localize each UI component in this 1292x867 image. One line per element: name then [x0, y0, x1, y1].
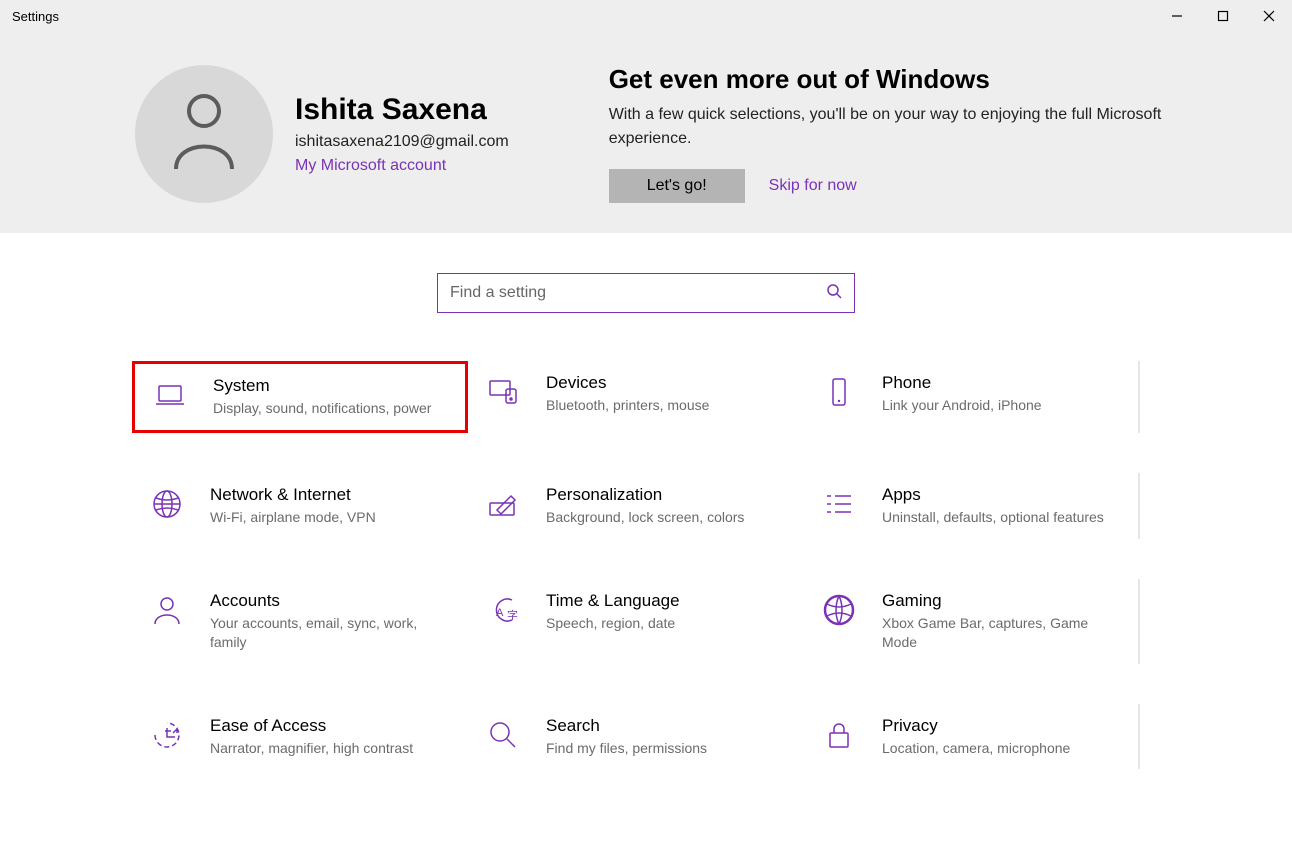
header-band: Ishita Saxena ishitasaxena2109@gmail.com… [0, 32, 1292, 233]
category-subtitle: Location, camera, microphone [882, 739, 1070, 758]
category-title: Phone [882, 373, 1042, 393]
category-privacy[interactable]: Privacy Location, camera, microphone [804, 704, 1140, 770]
category-time-language[interactable]: A字 Time & Language Speech, region, date [468, 579, 804, 664]
accessibility-icon [148, 716, 186, 754]
minimize-button[interactable] [1154, 0, 1200, 32]
laptop-icon [151, 376, 189, 414]
category-subtitle: Speech, region, date [546, 614, 680, 633]
profile-name: Ishita Saxena [295, 93, 509, 127]
category-subtitle: Wi-Fi, airplane mode, VPN [210, 508, 376, 527]
profile-text: Ishita Saxena ishitasaxena2109@gmail.com… [295, 93, 509, 175]
titlebar: Settings [0, 0, 1292, 32]
apps-icon [820, 485, 858, 523]
category-title: Personalization [546, 485, 744, 505]
svg-text:A: A [496, 607, 504, 619]
lock-icon [820, 716, 858, 754]
category-title: Time & Language [546, 591, 680, 611]
phone-icon [820, 373, 858, 411]
devices-icon [484, 373, 522, 411]
category-subtitle: Narrator, magnifier, high contrast [210, 739, 413, 758]
category-title: Network & Internet [210, 485, 376, 505]
window-title: Settings [12, 9, 59, 24]
category-system[interactable]: System Display, sound, notifications, po… [132, 361, 468, 433]
category-network[interactable]: Network & Internet Wi-Fi, airplane mode,… [132, 473, 468, 539]
language-icon: A字 [484, 591, 522, 629]
gaming-icon [820, 591, 858, 629]
category-title: Gaming [882, 591, 1112, 611]
category-title: Search [546, 716, 707, 736]
category-gaming[interactable]: Gaming Xbox Game Bar, captures, Game Mod… [804, 579, 1140, 664]
lets-go-button[interactable]: Let's go! [609, 169, 745, 203]
search-box[interactable] [437, 273, 855, 313]
promo-title: Get even more out of Windows [609, 64, 1169, 95]
globe-icon [148, 485, 186, 523]
category-subtitle: Background, lock screen, colors [546, 508, 744, 527]
category-title: System [213, 376, 431, 396]
search-icon [826, 283, 842, 304]
pen-icon [484, 485, 522, 523]
category-subtitle: Bluetooth, printers, mouse [546, 396, 709, 415]
category-subtitle: Display, sound, notifications, power [213, 399, 431, 418]
my-account-link[interactable]: My Microsoft account [295, 157, 509, 175]
category-accounts[interactable]: Accounts Your accounts, email, sync, wor… [132, 579, 468, 664]
promo-subtitle: With a few quick selections, you'll be o… [609, 103, 1169, 151]
search-input[interactable] [450, 284, 826, 302]
maximize-button[interactable] [1200, 0, 1246, 32]
category-title: Devices [546, 373, 709, 393]
search-row [0, 233, 1292, 361]
window-controls [1154, 0, 1292, 32]
category-search[interactable]: Search Find my files, permissions [468, 704, 804, 770]
category-subtitle: Uninstall, defaults, optional features [882, 508, 1104, 527]
category-phone[interactable]: Phone Link your Android, iPhone [804, 361, 1140, 433]
category-apps[interactable]: Apps Uninstall, defaults, optional featu… [804, 473, 1140, 539]
category-subtitle: Find my files, permissions [546, 739, 707, 758]
category-personalization[interactable]: Personalization Background, lock screen,… [468, 473, 804, 539]
person-icon [148, 591, 186, 629]
promo-block: Get even more out of Windows With a few … [609, 64, 1169, 203]
category-subtitle: Link your Android, iPhone [882, 396, 1042, 415]
skip-link[interactable]: Skip for now [769, 177, 857, 195]
category-subtitle: Your accounts, email, sync, work, family [210, 614, 440, 652]
search-icon [484, 716, 522, 754]
avatar[interactable] [135, 65, 273, 203]
promo-actions: Let's go! Skip for now [609, 169, 1169, 203]
category-grid: System Display, sound, notifications, po… [132, 361, 1140, 769]
category-subtitle: Xbox Game Bar, captures, Game Mode [882, 614, 1112, 652]
category-title: Ease of Access [210, 716, 413, 736]
category-devices[interactable]: Devices Bluetooth, printers, mouse [468, 361, 804, 433]
profile-block: Ishita Saxena ishitasaxena2109@gmail.com… [135, 64, 509, 203]
category-title: Apps [882, 485, 1104, 505]
category-ease-of-access[interactable]: Ease of Access Narrator, magnifier, high… [132, 704, 468, 770]
person-icon [170, 91, 238, 176]
category-title: Accounts [210, 591, 440, 611]
svg-text:字: 字 [507, 608, 518, 622]
profile-email: ishitasaxena2109@gmail.com [295, 133, 509, 151]
category-title: Privacy [882, 716, 1070, 736]
close-button[interactable] [1246, 0, 1292, 32]
